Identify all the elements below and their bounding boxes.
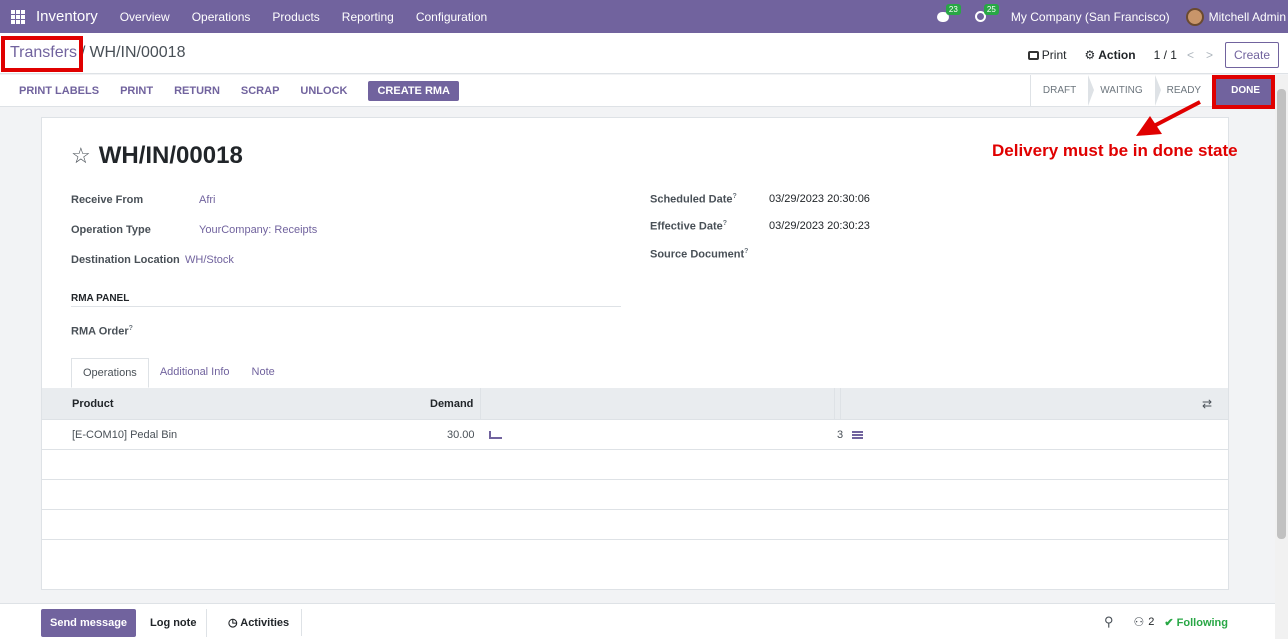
destination-location-value[interactable]: WH/Stock: [185, 254, 234, 266]
effective-date-label: Effective Date?: [650, 220, 727, 233]
stage-draft[interactable]: Draft: [1031, 75, 1095, 106]
tab-note[interactable]: Note: [241, 358, 286, 388]
clock-icon: ◷: [228, 617, 241, 629]
company-switcher[interactable]: My Company (San Francisco): [1011, 10, 1170, 24]
menu-operations[interactable]: Operations: [192, 10, 251, 24]
top-navbar: Inventory Overview Operations Products R…: [0, 0, 1288, 33]
row-demand[interactable]: 30.00: [447, 429, 475, 441]
menu-overview[interactable]: Overview: [120, 10, 170, 24]
form-sheet: ☆ WH/IN/00018 Receive From Afri Operatio…: [41, 117, 1229, 590]
chatter-bar: Send message Log note ◷ Activities ⚲ ⚇ 2…: [0, 603, 1275, 639]
table-row-empty: [42, 480, 1228, 510]
return-button[interactable]: Return: [174, 81, 220, 101]
print-menu-button[interactable]: Print: [1027, 48, 1067, 62]
paperclip-icon[interactable]: ⚲: [1104, 614, 1114, 630]
messages-icon[interactable]: 23: [935, 3, 961, 24]
row-quantity[interactable]: 3: [837, 429, 843, 441]
forecast-chart-icon[interactable]: [489, 430, 502, 439]
print-label: Print: [1041, 48, 1067, 62]
apps-menu-icon[interactable]: [11, 9, 25, 24]
following-button[interactable]: ✔ Following: [1164, 616, 1228, 629]
operation-type-label: Operation Type: [71, 224, 151, 236]
gear-icon: ⚙: [1084, 48, 1096, 62]
create-rma-button[interactable]: Create RMA: [368, 81, 459, 101]
tab-additional-info[interactable]: Additional Info: [149, 358, 241, 388]
log-note-button[interactable]: Log note: [140, 609, 208, 637]
header-product[interactable]: Product: [72, 398, 114, 410]
status-bar: Print Labels Print Return Scrap Unlock C…: [0, 75, 1275, 107]
operations-table: Product Demand ⇄ [E-COM10] Pedal Bin 30.…: [42, 388, 1228, 540]
unlock-button[interactable]: Unlock: [300, 81, 347, 101]
pager-previous-icon[interactable]: <: [1187, 48, 1194, 62]
scheduled-date-label-text: Scheduled Date: [650, 193, 733, 206]
app-name[interactable]: Inventory: [36, 8, 98, 25]
menu-products[interactable]: Products: [272, 10, 319, 24]
scrap-button[interactable]: Scrap: [241, 81, 280, 101]
user-menu[interactable]: Mitchell Admin: [1209, 10, 1286, 24]
table-row-empty: [42, 450, 1228, 480]
scheduled-date-value: 03/29/2023 20:30:06: [769, 193, 870, 205]
notebook-tabs: Operations Additional Info Note: [71, 358, 286, 388]
detailed-operations-icon[interactable]: [852, 430, 863, 439]
optional-columns-icon[interactable]: ⇄: [1202, 397, 1212, 411]
page-scrollbar[interactable]: [1275, 75, 1288, 639]
source-document-label: Source Document?: [650, 248, 748, 261]
followers-count[interactable]: 2: [1148, 616, 1154, 628]
rma-order-label: RMA Order?: [71, 325, 133, 338]
rma-panel-divider: [71, 306, 621, 307]
destination-location-label: Destination Location: [71, 254, 180, 266]
receive-from-value[interactable]: Afri: [199, 194, 216, 206]
activities-button[interactable]: ◷ Activities: [216, 609, 303, 636]
table-header: Product Demand ⇄: [42, 388, 1228, 420]
scrollbar-thumb[interactable]: [1277, 89, 1286, 539]
favorite-star-icon[interactable]: ☆: [71, 143, 91, 169]
rma-panel-title: RMA Panel: [71, 293, 130, 304]
help-mark[interactable]: ?: [723, 220, 727, 227]
menu-reporting[interactable]: Reporting: [342, 10, 394, 24]
following-label: Following: [1176, 616, 1228, 629]
print-labels-button[interactable]: Print Labels: [19, 81, 99, 101]
effective-date-value: 03/29/2023 20:30:23: [769, 220, 870, 232]
help-mark[interactable]: ?: [129, 325, 133, 332]
table-row-empty: [42, 510, 1228, 540]
annotation-arrow-icon: [1136, 100, 1201, 136]
pager-next-icon[interactable]: >: [1206, 48, 1213, 62]
action-menu-button[interactable]: ⚙ Action: [1084, 48, 1135, 62]
create-button[interactable]: Create: [1224, 42, 1279, 68]
source-document-label-text: Source Document: [650, 248, 745, 261]
help-mark[interactable]: ?: [733, 193, 737, 200]
user-avatar[interactable]: [1185, 7, 1204, 26]
table-row[interactable]: [E-COM10] Pedal Bin 30.00 3: [42, 420, 1228, 450]
receive-from-label: Receive From: [71, 194, 144, 206]
tab-operations[interactable]: Operations: [71, 358, 149, 388]
pager-value[interactable]: 1 / 1: [1154, 48, 1177, 62]
header-demand[interactable]: Demand: [430, 398, 473, 410]
messages-badge: 23: [945, 3, 961, 15]
row-product[interactable]: [E-COM10] Pedal Bin: [72, 429, 177, 441]
help-mark[interactable]: ?: [744, 248, 748, 255]
breadcrumb-current: WH/IN/00018: [89, 44, 186, 61]
annotation-box-transfers: [1, 36, 83, 72]
followers-icon[interactable]: ⚇: [1134, 615, 1145, 629]
scheduled-date-label: Scheduled Date?: [650, 193, 737, 206]
activities-badge: 25: [983, 3, 999, 15]
effective-date-label-text: Effective Date: [650, 220, 723, 233]
activities-clock-icon[interactable]: 25: [973, 3, 999, 24]
control-panel: Transfers / WH/IN/00018 Print ⚙ Action 1…: [0, 33, 1288, 74]
rma-order-label-text: RMA Order: [71, 325, 129, 338]
printer-icon: [1027, 50, 1039, 60]
record-title: WH/IN/00018: [98, 142, 243, 169]
menu-configuration[interactable]: Configuration: [416, 10, 487, 24]
action-label: Action: [1098, 48, 1136, 62]
check-icon: ✔: [1164, 616, 1177, 629]
send-message-button[interactable]: Send message: [41, 609, 137, 637]
activities-label: Activities: [240, 617, 290, 629]
operation-type-value[interactable]: YourCompany: Receipts: [199, 224, 317, 236]
print-button[interactable]: Print: [120, 81, 153, 101]
annotation-box-done: [1212, 75, 1275, 109]
annotation-text: Delivery must be in done state: [992, 141, 1238, 160]
